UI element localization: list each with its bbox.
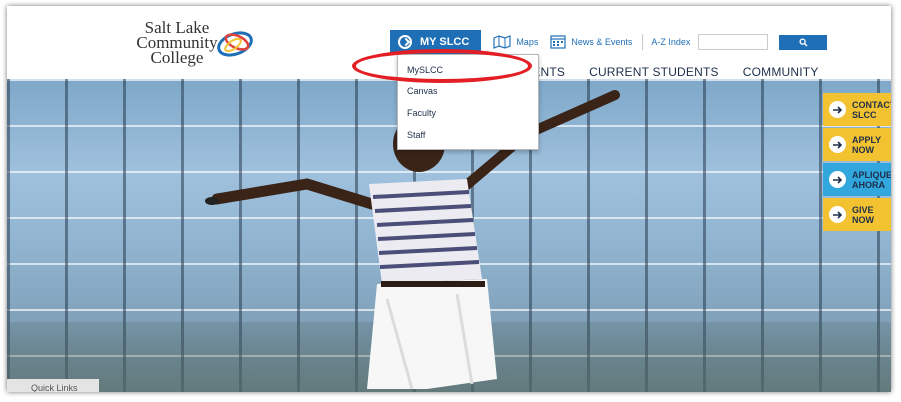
arrow-right-icon — [829, 206, 846, 223]
dropdown-item-canvas[interactable]: Canvas — [407, 86, 438, 96]
calendar-icon — [550, 35, 566, 49]
quick-links-label: Quick Links — [31, 383, 78, 392]
main-nav: TUDENTS CURRENT STUDENTS COMMUNITY — [507, 65, 819, 79]
map-icon — [493, 35, 511, 49]
news-events-link[interactable]: News & Events — [550, 35, 632, 49]
news-events-label: News & Events — [571, 37, 633, 47]
cta-label: APLIQUE AHORA — [852, 169, 891, 190]
aplique-ahora-button[interactable]: APLIQUE AHORA — [823, 163, 891, 196]
arrow-right-icon — [829, 136, 846, 153]
search-icon — [799, 37, 808, 46]
page-frame: Salt Lake Community College MY SLCC Maps — [7, 6, 891, 392]
search-input[interactable] — [698, 34, 769, 50]
divider — [642, 34, 644, 50]
slcc-logo[interactable]: Salt Lake Community College — [132, 18, 272, 70]
logo-wordmark: Salt Lake Community College — [136, 18, 218, 67]
dropdown-item-staff[interactable]: Staff — [407, 130, 425, 140]
give-now-button[interactable]: GIVE NOW — [823, 198, 891, 231]
highlight-annotation-circle — [352, 49, 532, 83]
myslcc-label: MY SLCC — [420, 36, 470, 48]
search-button[interactable] — [779, 34, 828, 50]
nav-current-students[interactable]: CURRENT STUDENTS — [589, 65, 719, 79]
arrow-circle-icon — [398, 35, 412, 49]
nav-community[interactable]: COMMUNITY — [743, 65, 819, 79]
az-index-link[interactable]: A-Z Index — [651, 37, 690, 47]
cta-label: GIVE NOW — [852, 204, 874, 225]
logo-swoosh-icon — [217, 31, 253, 57]
arrow-right-icon — [829, 171, 846, 188]
maps-label: Maps — [516, 37, 539, 47]
cta-label: CONTACT SLCC — [852, 99, 891, 120]
cta-label: APPLY NOW — [852, 134, 882, 155]
maps-link[interactable]: Maps — [493, 35, 538, 49]
dropdown-item-faculty[interactable]: Faculty — [407, 108, 436, 118]
quick-links-tab[interactable]: Quick Links — [7, 379, 99, 392]
contact-slcc-button[interactable]: CONTACT SLCC — [823, 93, 891, 126]
arrow-right-icon — [829, 101, 846, 118]
apply-now-button[interactable]: APPLY NOW — [823, 128, 891, 161]
